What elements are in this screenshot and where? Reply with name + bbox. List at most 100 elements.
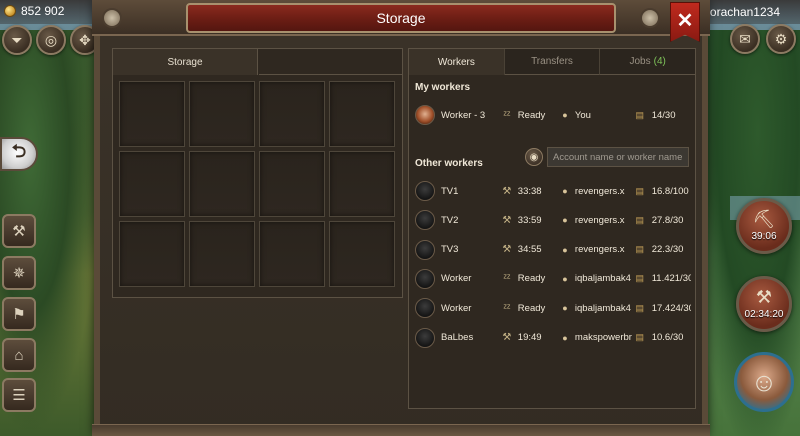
worker-owner: revengers.x bbox=[574, 244, 625, 256]
woodcutter-timer-button[interactable]: ⛏ 39:06 bbox=[736, 198, 792, 254]
storage-slot[interactable] bbox=[259, 151, 325, 217]
worker-row[interactable]: Worker ᶻᶻ Ready ● iqbaljambak4 ▤ 11.421/30 bbox=[415, 266, 691, 292]
sleep-icon: ᶻᶻ bbox=[503, 302, 511, 314]
worker-capacity: 16.8/100 bbox=[651, 185, 689, 197]
worker-row[interactable]: BaLbes ⚒ 19:49 ● makspowerbr ▤ 10.6/30 bbox=[415, 325, 691, 351]
worker-name: BaLbes bbox=[441, 332, 474, 343]
worker-owner: You bbox=[574, 109, 591, 121]
storage-slot[interactable] bbox=[259, 81, 325, 147]
worker-row[interactable]: Worker ᶻᶻ Ready ● iqbaljambak4 ▤ 17.424/30 bbox=[415, 295, 691, 321]
worker-name: Worker bbox=[441, 273, 472, 285]
pickaxe-icon: ⚒ bbox=[502, 214, 512, 226]
anvil-button[interactable]: ⚒ bbox=[2, 214, 36, 248]
tab-workers[interactable]: Workers bbox=[409, 49, 505, 75]
worker-capacity: 22.3/30 bbox=[651, 244, 684, 256]
gold-coin-icon bbox=[4, 5, 16, 17]
expand-arrows-icon: ✥ bbox=[79, 31, 91, 48]
pickaxe-icon: ⚒ bbox=[502, 244, 512, 256]
worker-search-input[interactable] bbox=[547, 147, 689, 167]
window-frame-top: Storage ✕ bbox=[92, 0, 710, 42]
worker-name: Worker - 3 bbox=[441, 109, 486, 121]
magnifier-button[interactable]: ◎ bbox=[36, 25, 66, 55]
pickaxe-icon: ⚒ bbox=[502, 185, 512, 197]
storage-slot[interactable] bbox=[329, 81, 395, 147]
worker-avatar-icon bbox=[415, 105, 435, 125]
tab-transfers-label: Transfers bbox=[531, 56, 573, 67]
search-icon[interactable]: ◉ bbox=[525, 148, 543, 166]
tab-jobs-label: Jobs bbox=[629, 56, 651, 67]
settings-button[interactable]: ⚙ bbox=[766, 24, 796, 54]
storage-tab[interactable]: Storage bbox=[113, 49, 258, 75]
gold-amount: 852 902 bbox=[21, 4, 65, 18]
tab-jobs[interactable]: Jobs (4) bbox=[600, 49, 696, 75]
mail-button[interactable]: ✉ bbox=[730, 24, 760, 54]
funnel-menu-button[interactable]: ⏷ bbox=[2, 25, 32, 55]
tab-transfers[interactable]: Transfers bbox=[504, 49, 601, 75]
storage-slot[interactable] bbox=[189, 221, 255, 287]
storage-slot[interactable] bbox=[119, 81, 185, 147]
worker-search: ◉ bbox=[525, 147, 689, 167]
worker-row[interactable]: TV3 ⚒ 34:55 ● revengers.x ▤ 22.3/30 bbox=[415, 237, 691, 263]
owner-icon: ● bbox=[562, 244, 568, 255]
worker-owner: iqbaljambak4 bbox=[574, 302, 631, 314]
player-portrait-icon: ☺ bbox=[750, 366, 778, 397]
gold-counter: 852 902 bbox=[4, 4, 64, 18]
worker-owner: revengers.x bbox=[574, 185, 625, 197]
tab-jobs-count: (4) bbox=[653, 56, 666, 67]
worker-name: TV1 bbox=[441, 185, 459, 197]
workers-panel: Workers Transfers Jobs (4) My workers Wo… bbox=[408, 48, 696, 409]
my-workers-title: My workers bbox=[415, 82, 471, 93]
close-icon: ✕ bbox=[676, 10, 694, 32]
worker-row[interactable]: TV2 ⚒ 33:59 ● revengers.x ▤ 27.8/30 bbox=[415, 207, 691, 233]
back-arrow-icon: ⮌ bbox=[11, 141, 27, 161]
back-button[interactable]: ⮌ bbox=[0, 137, 38, 171]
worker-row[interactable]: Worker - 3 ᶻᶻ Ready ● You ▤ 14/30 bbox=[415, 102, 691, 128]
worker-state: Ready bbox=[517, 109, 546, 121]
storage-slot[interactable] bbox=[329, 151, 395, 217]
miner-timer-button[interactable]: ⚒ 02:34:20 bbox=[736, 276, 792, 332]
capacity-chest-icon: ▤ bbox=[635, 302, 645, 313]
storage-slot[interactable] bbox=[119, 221, 185, 287]
other-workers-title: Other workers bbox=[415, 158, 483, 169]
house-icon: ⌂ bbox=[14, 346, 24, 364]
storage-slot[interactable] bbox=[329, 221, 395, 287]
storage-slot[interactable] bbox=[189, 81, 255, 147]
capacity-chest-icon: ▤ bbox=[635, 214, 645, 225]
worker-capacity: 10.6/30 bbox=[651, 332, 684, 343]
worker-state: 33:38 bbox=[517, 185, 542, 197]
gear-icon: ⚙ bbox=[774, 30, 788, 47]
worker-capacity: 11.421/30 bbox=[651, 273, 692, 285]
storage-slot[interactable] bbox=[189, 151, 255, 217]
storage-panel: Storage bbox=[112, 48, 403, 298]
close-button[interactable]: ✕ bbox=[670, 2, 700, 42]
magnifier-icon: ◎ bbox=[44, 31, 58, 48]
capacity-chest-icon: ▤ bbox=[635, 109, 645, 120]
sleep-icon: ᶻᶻ bbox=[503, 273, 511, 285]
storage-window: Storage ✕ Storage Workers Transfers Jobs… bbox=[92, 0, 710, 436]
capacity-chest-icon: ▤ bbox=[635, 273, 645, 284]
worker-name: TV2 bbox=[441, 214, 459, 226]
compass-button[interactable]: ✵ bbox=[2, 256, 36, 290]
worker-avatar-icon bbox=[415, 181, 435, 201]
owner-icon: ● bbox=[562, 186, 568, 196]
journal-button[interactable]: ☰ bbox=[2, 378, 36, 412]
username: torachan1234 bbox=[706, 5, 780, 19]
worker-capacity: 17.424/30 bbox=[651, 302, 692, 314]
quests-button[interactable]: ⚑ bbox=[2, 297, 36, 331]
compass-icon: ✵ bbox=[12, 265, 26, 282]
worker-owner: makspowerbr bbox=[574, 332, 632, 343]
worker-state: 19:49 bbox=[517, 332, 542, 343]
storage-slot[interactable] bbox=[119, 151, 185, 217]
player-avatar-button[interactable]: ☺ bbox=[734, 352, 794, 412]
miner-timer: 02:34:20 bbox=[744, 309, 784, 320]
storage-slot[interactable] bbox=[259, 221, 325, 287]
worker-row[interactable]: TV1 ⚒ 33:38 ● revengers.x ▤ 16.8/100 bbox=[415, 178, 691, 204]
worker-state: Ready bbox=[517, 273, 546, 285]
owner-icon: ● bbox=[562, 273, 568, 284]
buildings-button[interactable]: ⌂ bbox=[2, 338, 36, 372]
worker-state: 34:55 bbox=[517, 244, 542, 256]
capacity-chest-icon: ▤ bbox=[635, 185, 645, 196]
worker-avatar-icon bbox=[415, 239, 435, 260]
worker-avatar-icon bbox=[415, 210, 435, 231]
sleep-icon: ᶻᶻ bbox=[503, 109, 511, 121]
